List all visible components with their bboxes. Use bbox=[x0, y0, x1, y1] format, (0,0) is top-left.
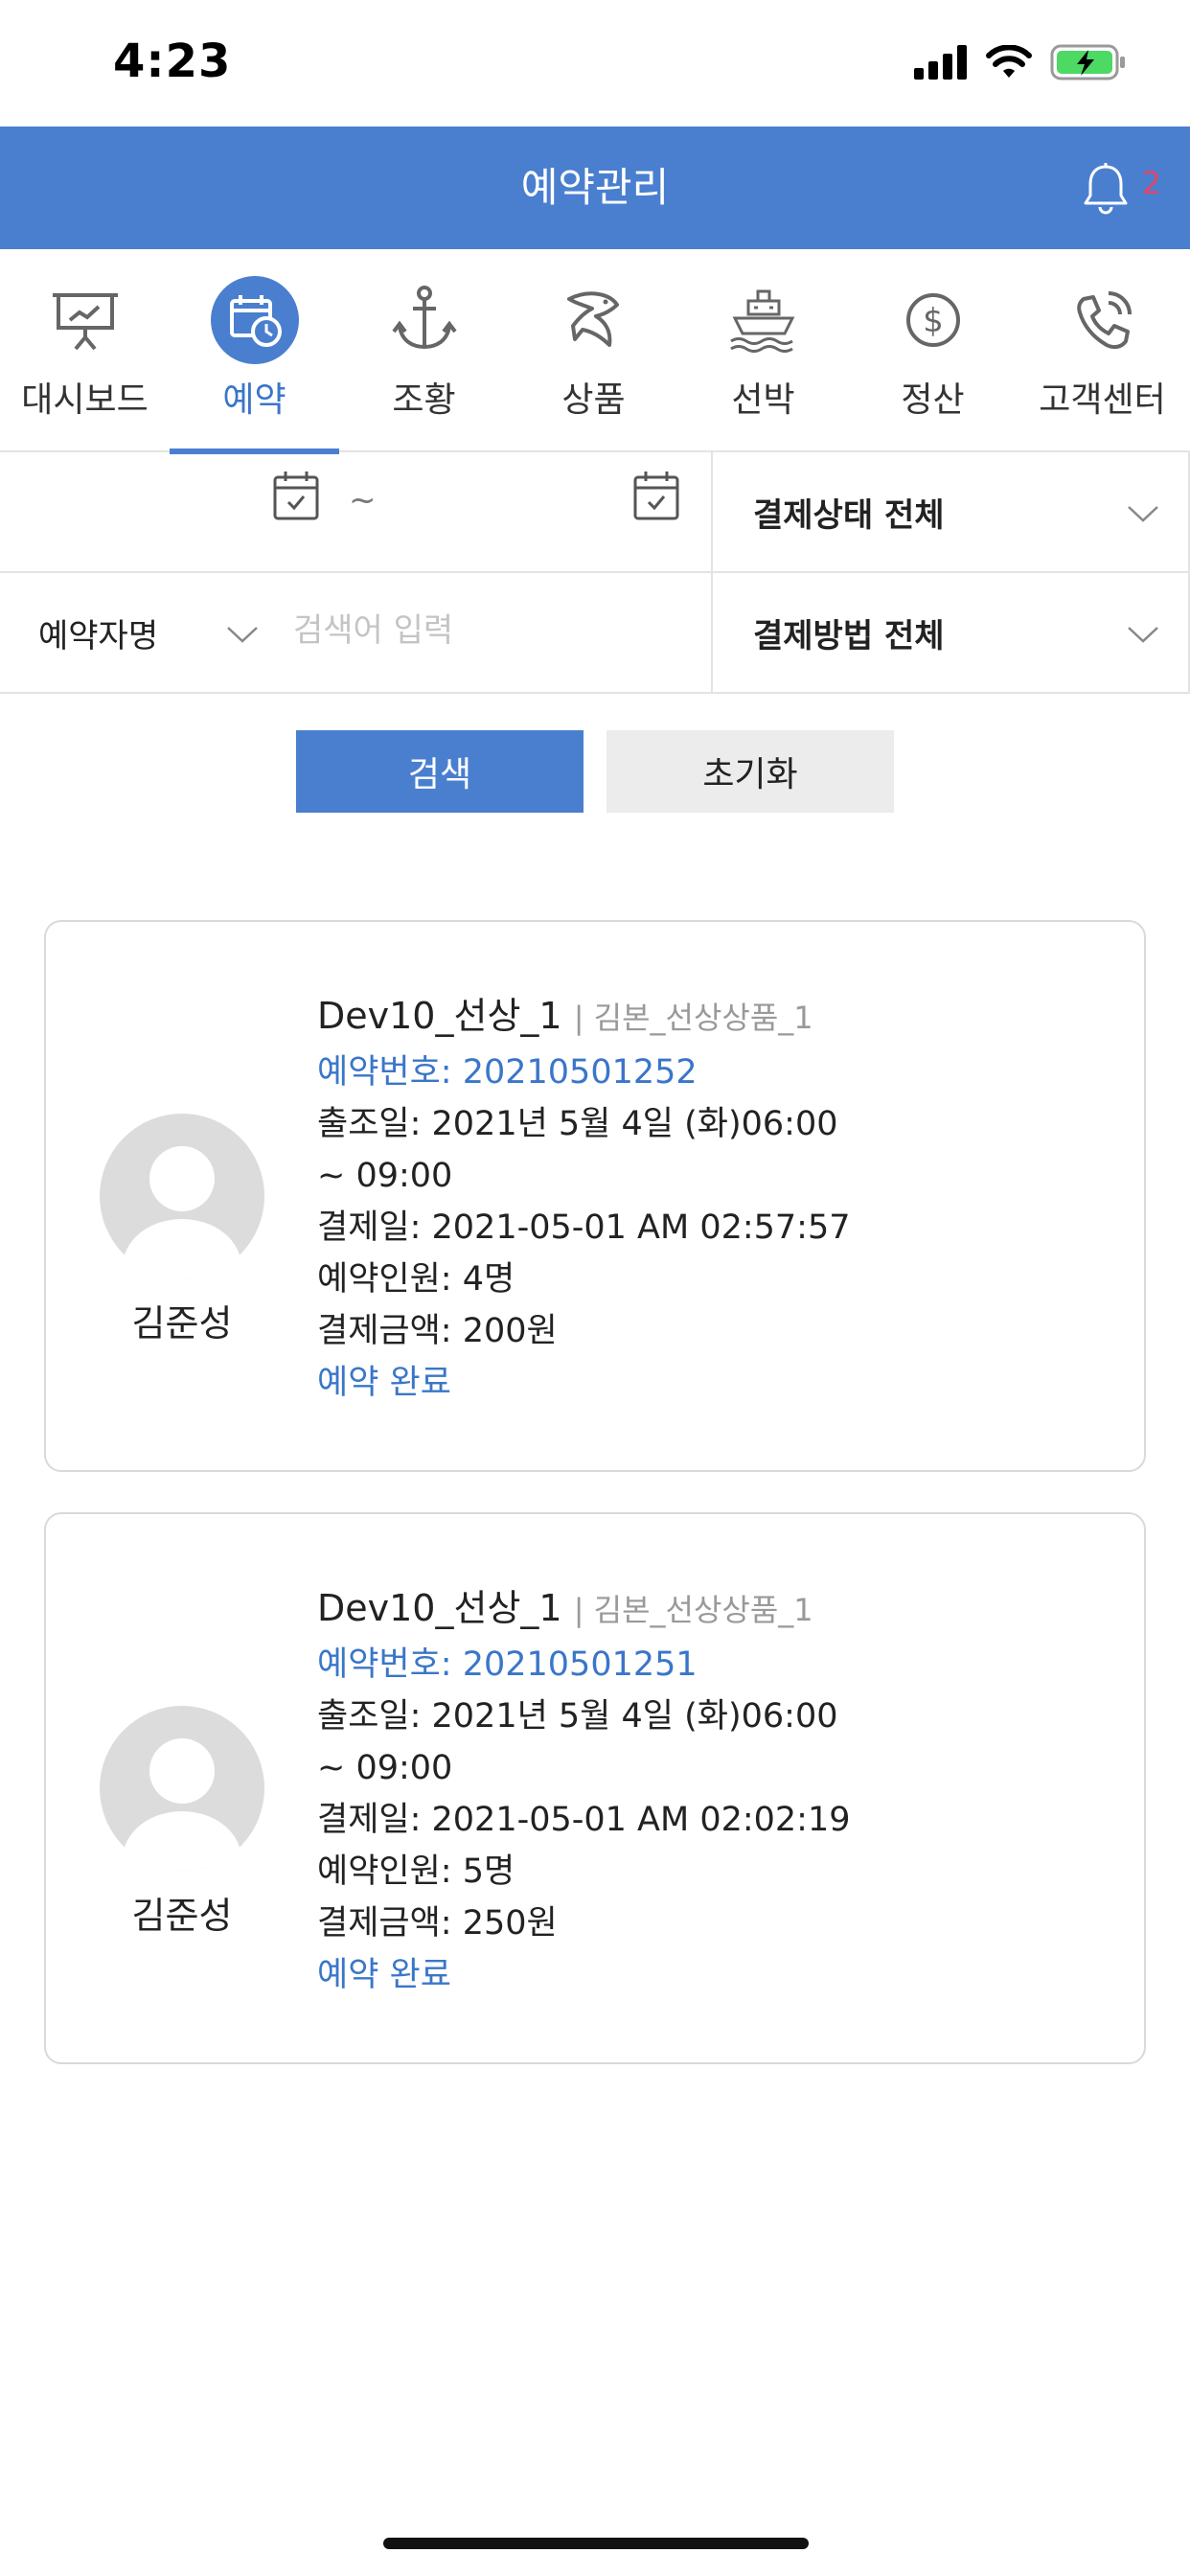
end-date-calendar-icon[interactable] bbox=[632, 470, 680, 521]
home-indicator bbox=[383, 2538, 809, 2549]
search-input[interactable] bbox=[293, 602, 676, 659]
page: 4:23 예약관리 2 대시보드 예약 조황 상품 선박 $ 정산 고객센터 ~… bbox=[0, 0, 1190, 2576]
wifi-icon bbox=[986, 45, 1032, 78]
nav-label-settlement: 정산 bbox=[901, 380, 965, 420]
reservation-number[interactable]: 예약번호: 20210501252 bbox=[317, 1046, 851, 1098]
date-range: ~ bbox=[0, 452, 713, 573]
party-size: 예약인원: 4명 bbox=[317, 1260, 515, 1299]
avatar bbox=[100, 1706, 264, 1871]
chevron-down-icon bbox=[1128, 506, 1158, 522]
customer-name: 김준성 bbox=[131, 1895, 233, 1937]
keyword-search: 예약자명 bbox=[0, 573, 713, 694]
nav-item-dashboard[interactable]: 대시보드 bbox=[0, 249, 170, 452]
search-type-select[interactable]: 예약자명 bbox=[38, 610, 158, 656]
phone-call-icon bbox=[1076, 291, 1132, 350]
search-filters: ~ 결제상태 전체 예약자명 결제방법 전체 bbox=[0, 452, 1190, 694]
cellular-signal-icon bbox=[914, 45, 967, 80]
nav-item-vessels[interactable]: 선박 bbox=[678, 249, 848, 452]
payment-method-select[interactable]: 결제방법 전체 bbox=[713, 573, 1190, 694]
reservation-info: Dev10_선상_1 | 김본_선상상품_1 예약번호: 20210501252… bbox=[317, 987, 851, 1409]
reservation-status: 예약 완료 bbox=[317, 1956, 451, 1994]
status-time: 4:23 bbox=[113, 34, 232, 88]
top-nav: 대시보드 예약 조황 상품 선박 $ 정산 고객센터 bbox=[0, 249, 1190, 454]
departure-time-end: ~ 09:00 bbox=[317, 1157, 453, 1195]
nav-item-settlement[interactable]: $ 정산 bbox=[848, 249, 1018, 452]
app-header: 예약관리 2 bbox=[0, 126, 1190, 249]
fish-icon bbox=[566, 291, 619, 347]
page-title: 예약관리 bbox=[520, 164, 670, 211]
product-title: Dev10_선상_1 bbox=[317, 995, 562, 1037]
reservation-card[interactable]: 김준성 Dev10_선상_1 | 김본_선상상품_1 예약번호: 2021050… bbox=[44, 920, 1146, 1472]
date-range-separator: ~ bbox=[349, 481, 377, 519]
payment-date: 결제일: 2021-05-01 AM 02:02:19 bbox=[317, 1801, 851, 1839]
product-title: Dev10_선상_1 bbox=[317, 1587, 562, 1629]
product-subtitle: | 김본_선상상품_1 bbox=[573, 1592, 813, 1628]
product-title-line: Dev10_선상_1 | 김본_선상상품_1 bbox=[317, 987, 851, 1046]
customer-name: 김준성 bbox=[131, 1302, 233, 1345]
user-silhouette-icon bbox=[123, 1738, 241, 1871]
calendar-clock-icon bbox=[210, 276, 299, 364]
presentation-board-icon bbox=[52, 293, 118, 351]
nav-item-catch-report[interactable]: 조황 bbox=[339, 249, 509, 452]
nav-label-products: 상품 bbox=[561, 380, 626, 420]
party-size: 예약인원: 5명 bbox=[317, 1852, 515, 1891]
chevron-down-icon bbox=[227, 627, 258, 643]
nav-item-reservation[interactable]: 예약 bbox=[170, 249, 339, 454]
payment-status-value: 결제상태 전체 bbox=[753, 496, 945, 535]
chevron-down-icon bbox=[1128, 627, 1158, 643]
nav-label-dashboard: 대시보드 bbox=[21, 380, 149, 420]
notification-count: 2 bbox=[1141, 165, 1161, 201]
payment-amount: 결제금액: 200원 bbox=[317, 1312, 558, 1350]
nav-label-catch-report: 조황 bbox=[392, 380, 456, 420]
reservation-number[interactable]: 예약번호: 20210501251 bbox=[317, 1639, 851, 1690]
anchor-icon bbox=[391, 286, 457, 350]
reservation-info: Dev10_선상_1 | 김본_선상상품_1 예약번호: 20210501251… bbox=[317, 1579, 851, 2001]
payment-method-value: 결제방법 전체 bbox=[753, 617, 945, 656]
avatar bbox=[100, 1114, 264, 1278]
departure-date: 출조일: 2021년 5월 4일 (화)06:00 bbox=[317, 1105, 838, 1143]
user-silhouette-icon bbox=[123, 1146, 241, 1278]
reservation-status: 예약 완료 bbox=[317, 1364, 451, 1402]
search-button[interactable]: 검색 bbox=[296, 730, 584, 813]
nav-item-customer-center[interactable]: 고객센터 bbox=[1018, 249, 1187, 452]
status-bar: 4:23 bbox=[0, 0, 1190, 126]
product-title-line: Dev10_선상_1 | 김본_선상상품_1 bbox=[317, 1579, 851, 1639]
nav-label-customer-center: 고객센터 bbox=[1039, 380, 1166, 420]
payment-amount: 결제금액: 250원 bbox=[317, 1904, 558, 1943]
nav-label-vessels: 선박 bbox=[731, 380, 795, 420]
departure-date: 출조일: 2021년 5월 4일 (화)06:00 bbox=[317, 1697, 838, 1736]
reservation-card[interactable]: 김준성 Dev10_선상_1 | 김본_선상상품_1 예약번호: 2021050… bbox=[44, 1512, 1146, 2064]
reset-button[interactable]: 초기화 bbox=[606, 730, 894, 813]
bell-icon[interactable] bbox=[1077, 161, 1134, 218]
payment-status-select[interactable]: 결제상태 전체 bbox=[713, 452, 1190, 573]
dollar-coin-icon: $ bbox=[905, 293, 960, 347]
product-subtitle: | 김본_선상상품_1 bbox=[573, 1000, 813, 1036]
ship-icon bbox=[729, 289, 794, 353]
payment-date: 결제일: 2021-05-01 AM 02:57:57 bbox=[317, 1208, 851, 1247]
nav-label-reservation: 예약 bbox=[222, 380, 286, 420]
start-date-calendar-icon[interactable] bbox=[272, 470, 320, 521]
svg-text:$: $ bbox=[923, 302, 944, 340]
battery-charging-icon bbox=[1050, 44, 1125, 80]
status-icons bbox=[914, 44, 1127, 80]
nav-item-products[interactable]: 상품 bbox=[509, 249, 678, 452]
departure-time-end: ~ 09:00 bbox=[317, 1749, 453, 1787]
